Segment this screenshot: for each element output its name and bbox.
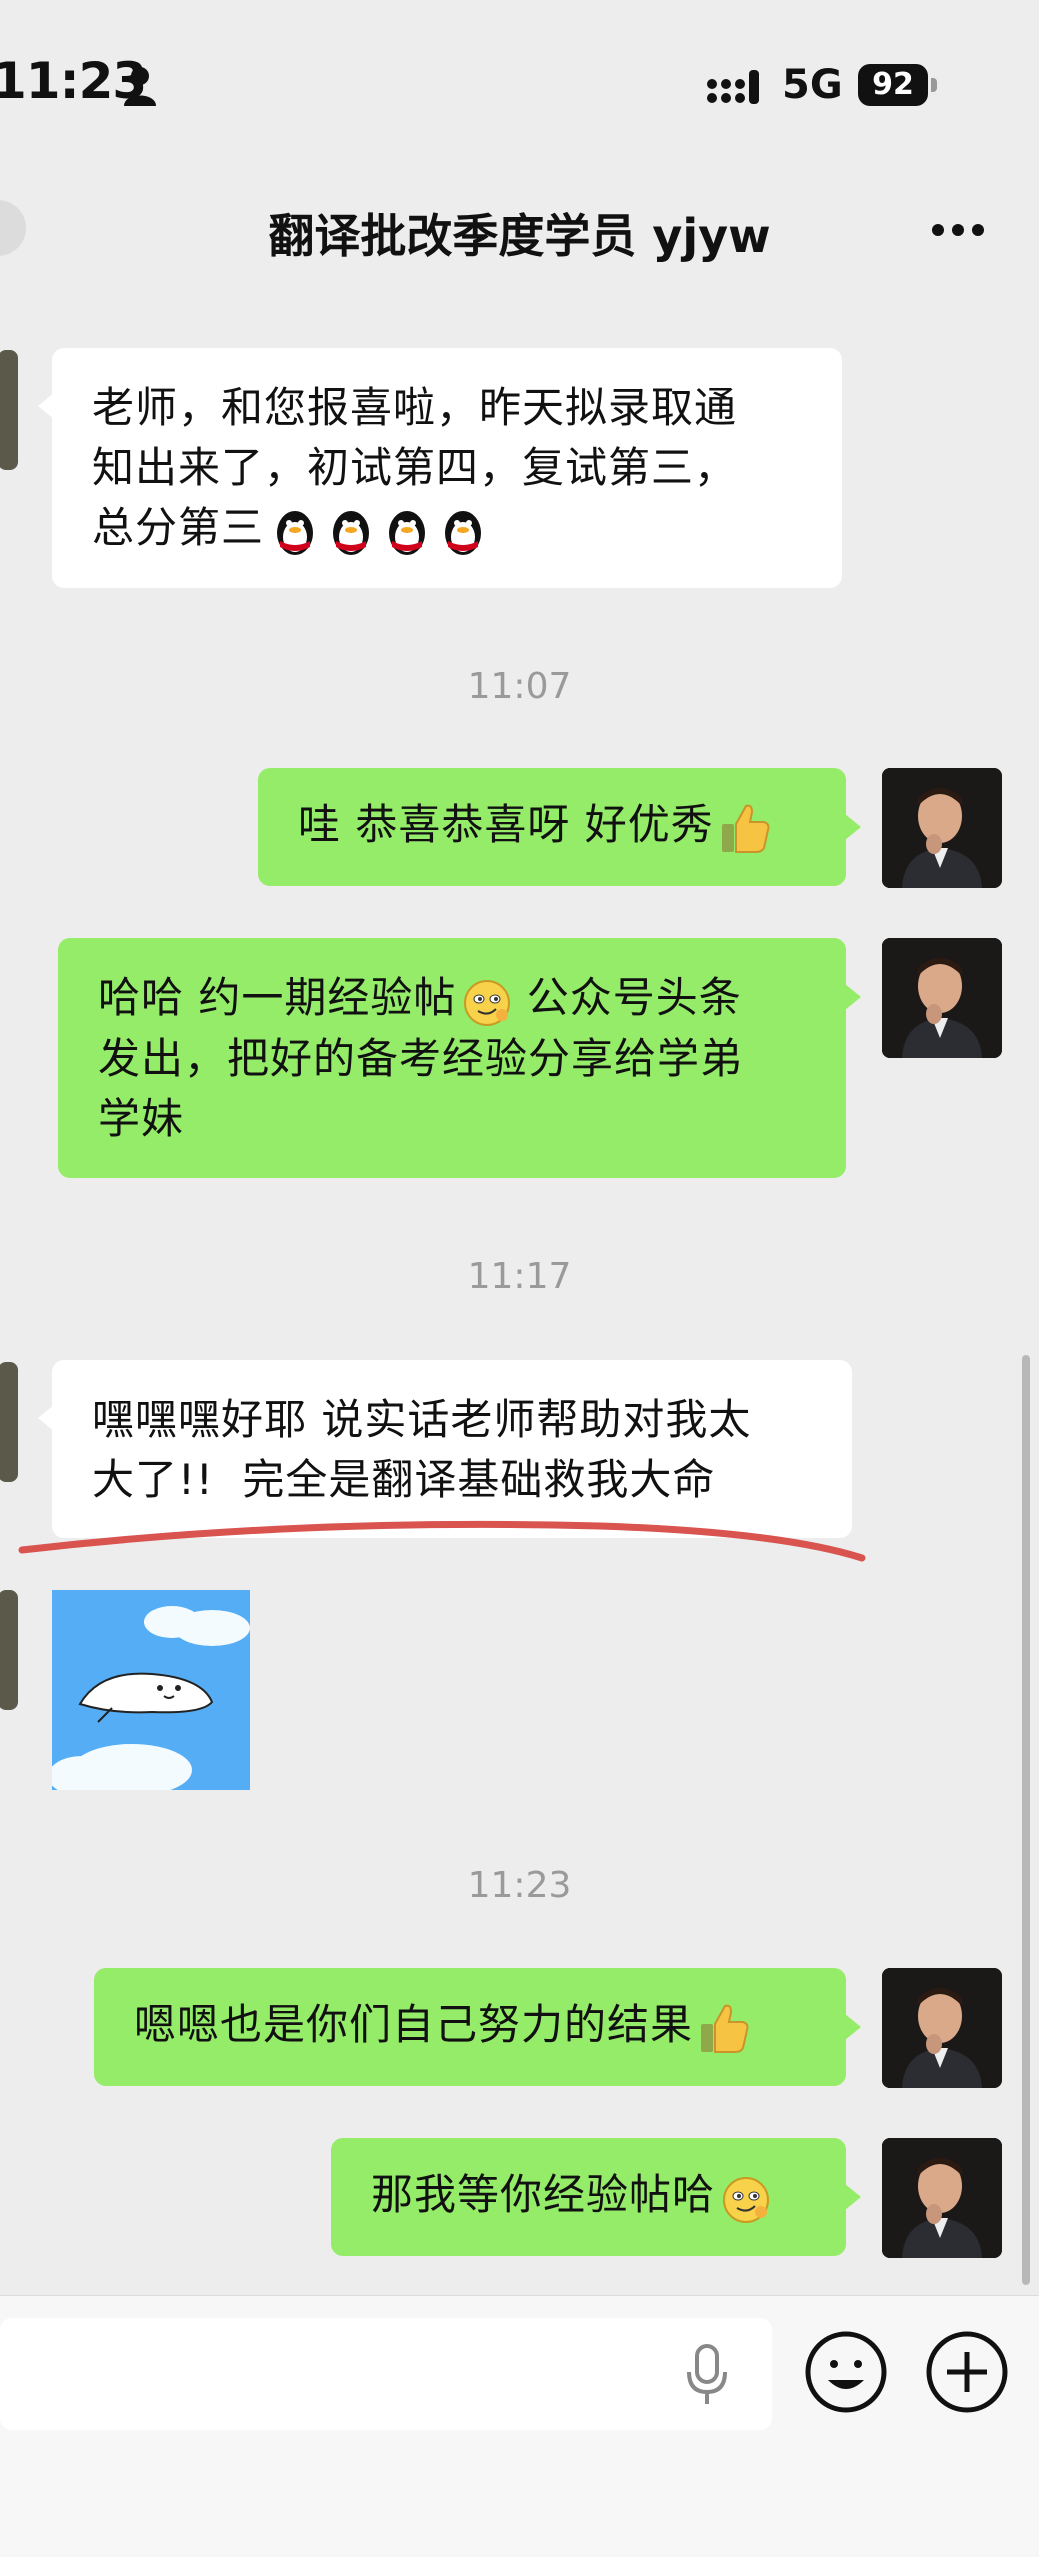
message-timestamp: 11:07 xyxy=(467,666,572,707)
plus-icon[interactable] xyxy=(925,2330,1009,2414)
message-bubble-incoming[interactable]: 老师，和您报喜啦，昨天拟录取通 知出来了，初试第四，复试第三， 总分第三 xyxy=(52,348,842,588)
teacher-photo xyxy=(882,1968,1002,2088)
message-input[interactable] xyxy=(0,2318,772,2430)
bubble-tail xyxy=(845,2184,861,2210)
message-line: 总分第三 xyxy=(92,498,802,559)
thumbs-up-icon xyxy=(701,2004,749,2053)
seal-sticker-icon[interactable] xyxy=(52,1590,250,1790)
teacher-avatar[interactable] xyxy=(882,2138,1002,2258)
message-timestamp: 11:17 xyxy=(467,1256,572,1297)
person-icon xyxy=(124,67,156,106)
message-line: 嗯嗯也是你们自己努力的结果 xyxy=(134,2000,694,2049)
smirk-emoji-icon xyxy=(723,2176,770,2223)
teacher-photo xyxy=(882,768,1002,888)
student-avatar[interactable] xyxy=(0,1362,18,1482)
teacher-avatar[interactable] xyxy=(882,768,1002,888)
teacher-avatar[interactable] xyxy=(882,938,1002,1058)
thumbs-up-icon xyxy=(721,804,770,853)
smirk-emoji-icon xyxy=(464,979,511,1026)
seal-sticker-drawing xyxy=(52,1590,250,1790)
message-bubble-outgoing[interactable]: 哈哈 约一期经验帖 公众号头条 发出，把好的备考经验分享给学弟 学妹 xyxy=(58,938,846,1178)
student-avatar[interactable] xyxy=(0,350,18,470)
message-line: 哈哈 约一期经验帖 公众号头条 xyxy=(98,968,806,1029)
teacher-photo xyxy=(882,938,1002,1058)
chat-header: 翻译批改季度学员 yjyw xyxy=(0,170,1039,290)
student-avatar[interactable] xyxy=(0,1590,18,1710)
message-bubble-outgoing[interactable]: 那我等你经验帖哈 xyxy=(331,2138,846,2256)
message-line: 嘿嘿嘿好耶 说实话老师帮助对我太 xyxy=(92,1395,752,1444)
emoji-icon[interactable] xyxy=(804,2330,888,2414)
message-line: 知出来了，初试第四，复试第三， xyxy=(92,443,738,492)
network-type: 5G xyxy=(782,62,843,108)
battery-indicator: 92 xyxy=(858,64,928,106)
message-bubble-outgoing[interactable]: 嗯嗯也是你们自己努力的结果 xyxy=(94,1968,846,2086)
teacher-avatar[interactable] xyxy=(882,1968,1002,2088)
qq-penguin-icon xyxy=(445,510,482,555)
signal-icon xyxy=(707,70,759,104)
qq-penguin-icon xyxy=(333,510,370,555)
message-bubble-outgoing[interactable]: 哇 恭喜恭喜呀 好优秀 xyxy=(258,768,846,886)
status-bar: 11:23 5G 92 xyxy=(0,0,1039,170)
message-timestamp: 11:23 xyxy=(467,1865,572,1906)
message-line: 发出，把好的备考经验分享给学弟 xyxy=(98,1033,744,1083)
chat-title: 翻译批改季度学员 yjyw xyxy=(268,209,771,263)
bubble-tail xyxy=(845,814,861,840)
message-line: 那我等你经验帖哈 xyxy=(371,2170,716,2219)
teacher-photo xyxy=(882,2138,1002,2258)
microphone-icon[interactable] xyxy=(682,2342,732,2408)
message-line: 哇 恭喜恭喜呀 好优秀 xyxy=(298,800,714,849)
bubble-tail xyxy=(845,984,861,1010)
message-inline-text: 公众号头条 xyxy=(526,973,742,1022)
scrollbar[interactable] xyxy=(1022,1355,1030,2285)
more-icon[interactable] xyxy=(930,222,986,238)
bubble-tail xyxy=(845,2014,861,2040)
battery-cap xyxy=(931,78,937,92)
message-line: 老师，和您报喜啦，昨天拟录取通 xyxy=(92,383,738,432)
qq-penguin-icon xyxy=(277,510,314,555)
message-line: 学妹 xyxy=(98,1093,185,1143)
qq-penguin-icon xyxy=(389,510,426,555)
